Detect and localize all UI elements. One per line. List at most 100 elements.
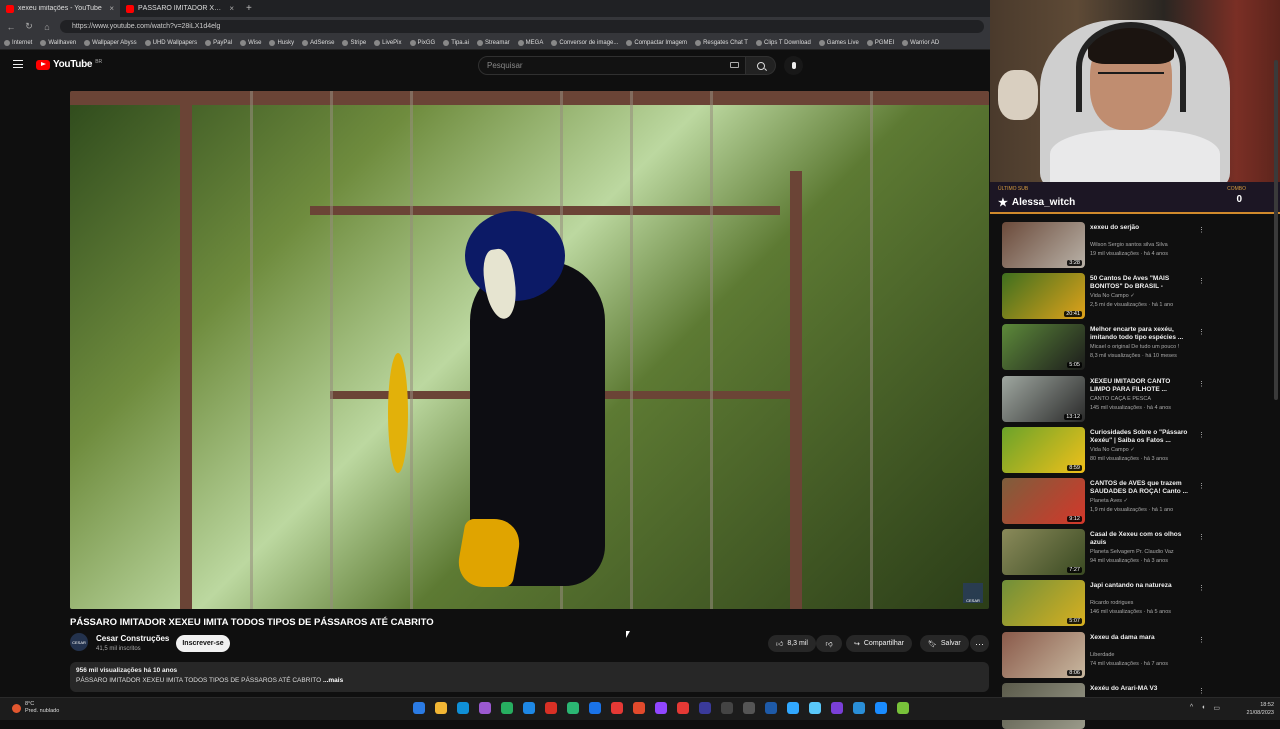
video-thumbnail[interactable]: 5:05 <box>1002 324 1085 371</box>
bookmark-item[interactable]: PayPal <box>205 39 232 46</box>
more-vertical-icon[interactable]: ⋮ <box>1198 584 1205 592</box>
show-more-link[interactable]: ...mais <box>323 677 343 684</box>
bookmark-item[interactable]: Wise <box>240 39 261 46</box>
recommended-video[interactable]: 8:06 Xexeu da dama mara Liberdade 74 mil vi… <box>1002 631 1272 678</box>
video-title[interactable]: XEXÉU IMITADOR CANTO LIMPO PARA FILHOTE … <box>1090 378 1190 394</box>
video-title[interactable]: Melhor encarte para xexéu, imitando todo… <box>1090 326 1190 342</box>
taskbar-app-icon[interactable] <box>633 702 645 714</box>
video-channel[interactable]: Planeta Selvagem Pr. Claudio Vaz <box>1090 549 1174 555</box>
more-vertical-icon[interactable]: ⋮ <box>1198 482 1205 490</box>
recommended-video[interactable]: 5:07 Japi cantando na natureza Ricardo rod… <box>1002 580 1272 627</box>
close-tab-icon[interactable]: × <box>109 4 114 13</box>
taskbar-app-icon[interactable] <box>809 702 821 714</box>
recommended-video[interactable]: 8:59 Curiosidades Sobre o "Pássaro Xexéu"… <box>1002 426 1272 473</box>
video-channel[interactable]: Vida No Campo ✓ <box>1090 447 1135 453</box>
home-icon[interactable]: ⌂ <box>42 22 52 32</box>
video-thumbnail[interactable]: 7:27 <box>1002 529 1085 576</box>
taskbar-app-icon[interactable] <box>523 702 535 714</box>
bookmark-item[interactable]: MEGA <box>517 39 543 46</box>
new-tab-icon[interactable]: + <box>240 3 258 14</box>
recommended-video[interactable]: 9:12 CANTOS de AVES que trazem SAUDADES D… <box>1002 478 1272 524</box>
more-vertical-icon[interactable]: ⋮ <box>1198 328 1205 336</box>
bookmark-item[interactable]: AdSense <box>302 39 334 46</box>
more-actions-button[interactable]: ⋯ <box>970 635 989 652</box>
channel-watermark[interactable]: CESAR <box>963 583 983 603</box>
video-title[interactable]: Curiosidades Sobre o "Pássaro Xexéu" | S… <box>1090 429 1190 445</box>
dislike-button[interactable]: 👎︎ <box>816 635 842 652</box>
video-thumbnail[interactable]: 20:41 <box>1002 273 1085 320</box>
more-vertical-icon[interactable]: ⋮ <box>1198 687 1205 695</box>
more-vertical-icon[interactable]: ⋮ <box>1198 431 1205 439</box>
search-button[interactable] <box>746 56 776 75</box>
voice-search-button[interactable] <box>784 56 803 75</box>
video-channel[interactable]: Ricardo rodrigues <box>1090 600 1133 606</box>
description-box[interactable]: 956 mil visualizações há 10 anos PÁSSARO… <box>70 662 989 692</box>
bookmark-item[interactable]: Games Live <box>818 39 859 46</box>
more-vertical-icon[interactable]: ⋮ <box>1198 380 1205 388</box>
bookmark-item[interactable]: Conversor de image... <box>551 39 618 46</box>
video-title[interactable]: Xexéu do Arari-MA V3 <box>1090 685 1190 693</box>
channel-name[interactable]: Cesar Construções <box>96 634 169 643</box>
reload-icon[interactable]: ↻ <box>24 21 34 32</box>
subscribe-button[interactable]: Inscrever-se <box>176 635 230 652</box>
taskbar-app-icon[interactable] <box>501 702 513 714</box>
taskbar-app-icon[interactable] <box>567 702 579 714</box>
recommended-video[interactable]: 7:27 Casal de Xexeu com os olhos azuis Pla… <box>1002 529 1272 576</box>
chevron-up-icon[interactable]: ^ <box>1190 704 1193 712</box>
bookmark-item[interactable]: Resgates Chat T <box>695 39 748 46</box>
taskbar-app-icon[interactable] <box>611 702 623 714</box>
bookmark-item[interactable]: Wallhaven <box>40 39 76 46</box>
bookmark-item[interactable]: Warrior AD <box>902 39 939 46</box>
taskbar-app-icon[interactable] <box>765 702 777 714</box>
video-thumbnail[interactable]: 9:12 <box>1002 478 1085 524</box>
bookmark-item[interactable]: LivePix <box>374 39 402 46</box>
url-field[interactable]: https://www.youtube.com/watch?v=28iLX1d4… <box>60 20 984 33</box>
taskbar-app-icon[interactable] <box>743 702 755 714</box>
hamburger-menu-icon[interactable] <box>13 60 23 68</box>
video-channel[interactable]: Planeta Aves ✓ <box>1090 498 1128 504</box>
tab-video[interactable]: PÁSSARO IMITADOR XEXEU × <box>120 0 240 17</box>
video-thumbnail[interactable]: 8:59 <box>1002 426 1085 473</box>
keyboard-icon[interactable] <box>730 62 739 68</box>
taskbar-app-icon[interactable] <box>589 702 601 714</box>
video-channel[interactable]: Micael o original De tudo um pouco ! <box>1090 344 1179 350</box>
bookmark-item[interactable]: Internet <box>4 39 32 46</box>
video-channel[interactable]: Vida No Campo ✓ <box>1090 293 1135 299</box>
bookmark-item[interactable]: Husky <box>269 39 294 46</box>
bookmark-item[interactable]: Wallpaper Abyss <box>84 39 137 46</box>
video-channel[interactable]: Liberdade <box>1090 652 1114 658</box>
bookmark-item[interactable]: Stripe <box>342 39 366 46</box>
taskbar-app-icon[interactable] <box>699 702 711 714</box>
video-title[interactable]: Xexeu da dama mara <box>1090 634 1190 642</box>
channel-avatar[interactable]: CESAR <box>70 633 88 651</box>
more-vertical-icon[interactable]: ⋮ <box>1198 533 1205 541</box>
youtube-logo[interactable]: YouTube BR <box>36 59 102 70</box>
bookmark-item[interactable]: PixGG <box>409 39 435 46</box>
scrollbar[interactable] <box>1274 60 1278 400</box>
taskbar-app-icon[interactable] <box>831 702 843 714</box>
bookmark-item[interactable]: UHD Wallpapers <box>144 39 197 46</box>
taskbar-app-icon[interactable] <box>875 702 887 714</box>
taskbar-app-icon[interactable] <box>677 702 689 714</box>
recommended-video[interactable]: 13:12 XEXÉU IMITADOR CANTO LIMPO PARA FIL… <box>1002 375 1272 422</box>
save-button[interactable]: 🔖︎ Salvar <box>920 635 969 652</box>
windows-start-icon[interactable] <box>413 702 425 714</box>
taskbar-app-icon[interactable] <box>457 702 469 714</box>
volume-icon[interactable]: ◖ <box>1201 704 1205 712</box>
taskbar-app-icon[interactable] <box>545 702 557 714</box>
video-thumbnail[interactable]: 13:12 <box>1002 375 1085 422</box>
video-thumbnail[interactable]: 8:06 <box>1002 631 1085 678</box>
video-title[interactable]: Japi cantando na natureza <box>1090 582 1190 590</box>
video-thumbnail[interactable]: 5:07 <box>1002 580 1085 627</box>
video-title[interactable]: 50 Cantos De Aves "MAIS BONITOS" Do BRAS… <box>1090 275 1190 291</box>
taskbar-app-icon[interactable] <box>721 702 733 714</box>
video-title[interactable]: Casal de Xexeu com os olhos azuis <box>1090 531 1190 547</box>
taskbar-app-icon[interactable] <box>853 702 865 714</box>
share-button[interactable]: ↪ Compartilhar <box>846 635 912 652</box>
taskbar-app-icon[interactable] <box>435 702 447 714</box>
recommended-video[interactable]: 3:28 xexeu do serjão Wilson Sergio santos … <box>1002 222 1272 268</box>
like-button[interactable]: 👍︎ 8,3 mil <box>768 635 816 652</box>
bookmark-item[interactable]: Clips T Download <box>755 39 811 46</box>
more-vertical-icon[interactable]: ⋮ <box>1198 226 1205 234</box>
bookmark-item[interactable]: PGMEI <box>866 39 894 46</box>
